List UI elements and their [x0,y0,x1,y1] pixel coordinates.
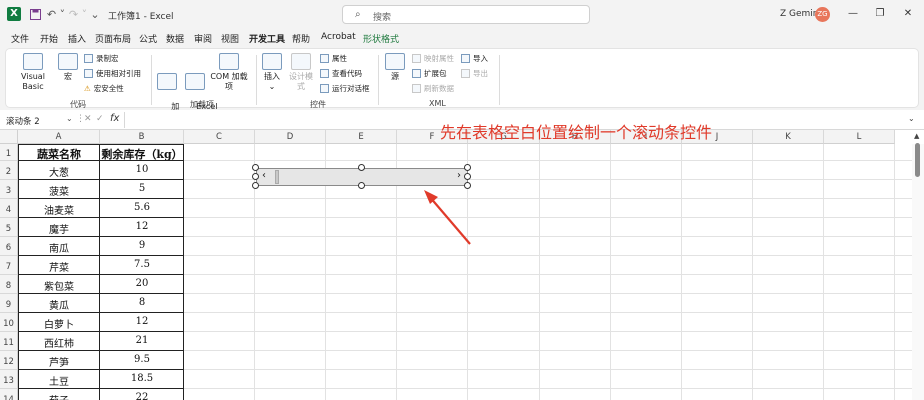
annotation-text: 先在表格空白位置绘制一个滚动条控件 [440,123,713,142]
annotation-arrow [424,190,471,245]
